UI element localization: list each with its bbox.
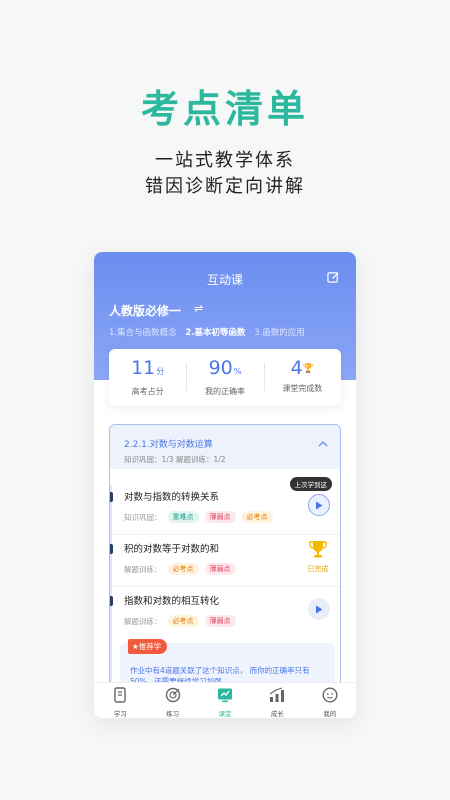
profile-face-icon — [322, 687, 338, 703]
target-icon — [165, 687, 180, 703]
play-icon — [316, 605, 323, 613]
tab-profile[interactable]: 我的 — [304, 683, 356, 718]
chapter-tab-1[interactable]: 1.集合与函数概念 — [109, 328, 177, 338]
tab-label: 学习 — [113, 710, 127, 718]
stat-exam-score: 11分 高考占分 — [109, 349, 186, 406]
stat-value: 4 — [290, 357, 303, 379]
edit-icon[interactable] — [327, 271, 340, 284]
lesson-item[interactable]: 对数与指数的转换关系 知识巩固： 重难点 薄弱点 必考点 上次学到这 — [110, 477, 340, 535]
item-meta: 知识巩固： 重难点 薄弱点 必考点 — [124, 511, 273, 523]
promo-headline: 考点清单 — [140, 87, 309, 131]
tab-growth[interactable]: 成长 — [251, 683, 303, 718]
item-meta-label: 解题训练： — [124, 616, 162, 626]
promo-subtitle-2: 错因诊断定向讲解 — [145, 176, 305, 197]
completed-label: 已完成 — [307, 565, 329, 573]
play-button[interactable] — [308, 598, 330, 620]
tab-label: 练习 — [166, 710, 180, 718]
stat-accuracy: 90% 我的正确率 — [186, 349, 263, 406]
recommend-badge: ★推荐学 — [128, 639, 168, 654]
phone-screen: 互动课 人教版必修一 ⇌ 1.集合与函数概念 2.基本初等函数 3.函数的应用 … — [94, 252, 356, 718]
bottom-tab-bar: 学习 练习 课堂 成长 我的 — [94, 682, 356, 718]
chapter-tab-2[interactable]: 2.基本初等函数 — [185, 328, 245, 338]
star-icon: ★ — [132, 642, 139, 651]
item-marker — [110, 596, 113, 606]
stats-card: 11分 高考占分 90% 我的正确率 4🏆 课堂完成数 — [109, 349, 341, 406]
book-title[interactable]: 人教版必修一 — [109, 302, 181, 319]
stat-completed: 4🏆 课堂完成数 — [263, 349, 341, 406]
tag-difficult: 重难点 — [167, 511, 199, 523]
stat-label: 课堂完成数 — [282, 383, 323, 393]
section-progress: 知识巩固：1/3 解题训练：1/2 — [124, 455, 226, 464]
stat-unit: 分 — [156, 367, 165, 376]
tab-label: 成长 — [270, 710, 284, 718]
classroom-icon — [218, 688, 233, 703]
tag-weak: 薄弱点 — [204, 563, 236, 575]
stat-value: 11 — [131, 357, 156, 379]
item-meta: 解题训练： 必考点 薄弱点 — [124, 615, 236, 627]
item-title: 指数和对数的相互转化 — [124, 596, 220, 607]
tag-weak: 薄弱点 — [204, 511, 236, 523]
completed-badge: 已完成 — [307, 539, 329, 574]
chapter-tabs: 1.集合与函数概念 2.基本初等函数 3.函数的应用 — [109, 326, 311, 338]
tag-key: 必考点 — [241, 511, 273, 523]
section-title: 2.2.1.对数与对数运算 — [124, 440, 213, 450]
section-header[interactable]: 2.2.1.对数与对数运算 知识巩固：1/3 解题训练：1/2 — [110, 425, 340, 469]
play-icon — [316, 501, 323, 509]
app-title: 互动课 — [206, 273, 243, 287]
tab-classroom[interactable]: 课堂 — [199, 683, 251, 718]
item-title: 对数与指数的转换关系 — [124, 492, 220, 503]
last-position-tooltip: 上次学到这 — [289, 477, 332, 491]
item-meta-label: 解题训练： — [124, 564, 162, 574]
growth-chart-icon — [270, 687, 285, 702]
lesson-item[interactable]: 积的对数等于对数的和 解题训练： 必考点 薄弱点 已完成 — [110, 535, 340, 587]
play-button[interactable] — [308, 494, 330, 516]
tab-study[interactable]: 学习 — [94, 683, 146, 718]
stat-label: 我的正确率 — [204, 387, 245, 396]
lesson-item[interactable]: 指数和对数的相互转化 解题训练： 必考点 薄弱点 — [110, 587, 340, 639]
stat-unit: % — [233, 367, 242, 376]
chevron-up-icon[interactable] — [318, 441, 328, 447]
item-marker — [110, 492, 113, 502]
tag-key: 必考点 — [167, 563, 199, 575]
trophy-icon: 🏆 — [302, 363, 314, 374]
tag-key: 必考点 — [167, 615, 199, 627]
tab-label: 课堂 — [218, 710, 232, 718]
lesson-panel: 2.2.1.对数与对数运算 知识巩固：1/3 解题训练：1/2 对数与指数的转换… — [109, 424, 341, 694]
tab-practice[interactable]: 练习 — [146, 683, 198, 718]
item-meta-label: 知识巩固： — [124, 512, 162, 522]
stat-label: 高考占分 — [131, 387, 164, 396]
item-marker — [110, 544, 113, 554]
promo-subtitle-1: 一站式教学体系 — [155, 150, 295, 171]
book-icon — [114, 687, 126, 703]
swap-icon[interactable]: ⇌ — [194, 302, 203, 315]
chapter-tab-3[interactable]: 3.函数的应用 — [254, 328, 305, 338]
recommend-badge-label: 推荐学 — [138, 642, 162, 651]
trophy-icon — [309, 541, 327, 558]
stat-value: 90 — [208, 357, 233, 379]
item-meta: 解题训练： 必考点 薄弱点 — [124, 563, 236, 575]
item-title: 积的对数等于对数的和 — [124, 544, 220, 555]
tab-label: 我的 — [323, 710, 337, 718]
tag-weak: 薄弱点 — [204, 615, 236, 627]
